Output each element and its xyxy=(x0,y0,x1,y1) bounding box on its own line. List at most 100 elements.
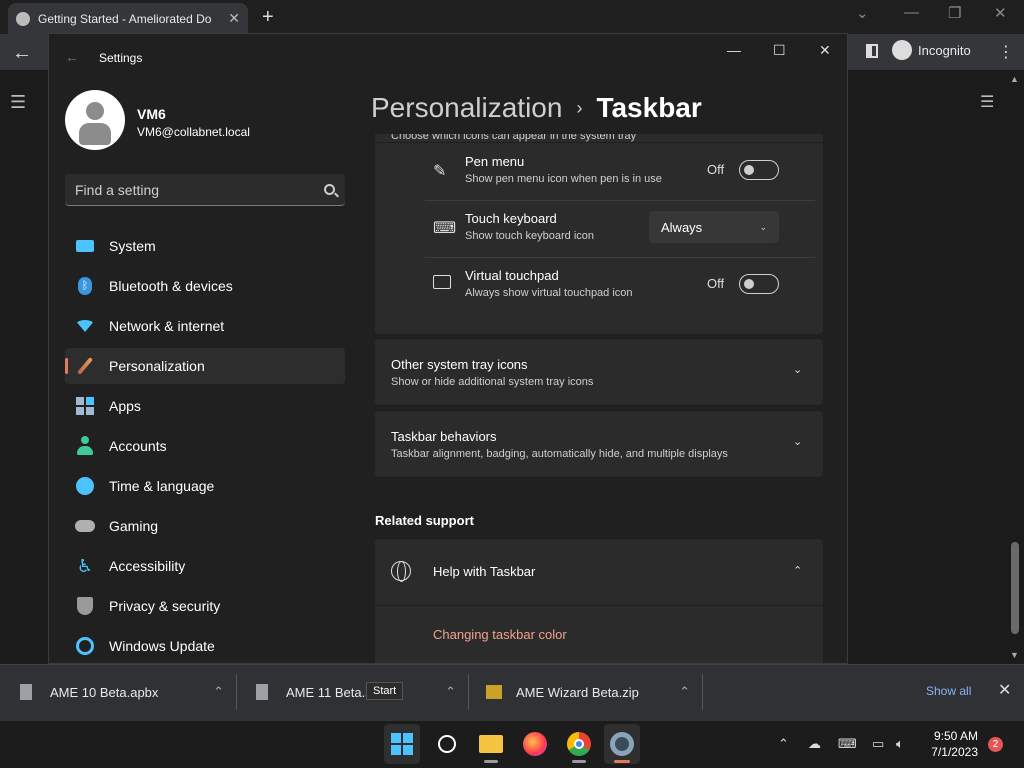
row-title: Pen menu xyxy=(465,154,525,169)
breadcrumb-separator: › xyxy=(576,97,583,118)
site-favicon-icon xyxy=(16,11,30,26)
chevron-up-icon[interactable]: ⌃ xyxy=(679,684,690,700)
page-scrollbar[interactable]: ▲ ▼ xyxy=(1008,72,1022,664)
scroll-down-icon[interactable]: ▼ xyxy=(1010,650,1019,660)
chrome-button[interactable] xyxy=(561,724,597,764)
show-hidden-icons-chevron-icon[interactable]: ⌃ xyxy=(778,736,789,752)
pen-menu-row[interactable]: ✎ Pen menu Show pen menu icon when pen i… xyxy=(375,144,823,199)
scroll-up-icon[interactable]: ▲ xyxy=(1010,74,1019,84)
incognito-indicator[interactable]: Incognito xyxy=(892,40,971,60)
clock[interactable]: 9:50 AM 7/1/2023 xyxy=(922,728,978,760)
other-tray-icons-expander[interactable]: Other system tray icons Show or hide add… xyxy=(375,339,823,405)
start-button[interactable] xyxy=(384,724,420,764)
virtual-touchpad-toggle[interactable] xyxy=(739,274,779,294)
chevron-up-icon[interactable]: ⌃ xyxy=(445,684,456,700)
apps-icon xyxy=(75,396,95,416)
network-icon[interactable]: ▭ xyxy=(872,736,884,752)
settings-taskbar-button[interactable] xyxy=(604,724,640,764)
tab-close-icon[interactable]: ✕ xyxy=(228,10,240,27)
download-item[interactable]: AME 10 Beta.apbx ⌃ xyxy=(20,664,236,720)
onedrive-icon[interactable]: ☁ xyxy=(808,736,821,752)
touch-keyboard-select[interactable]: Always ⌄ xyxy=(649,211,779,243)
bluetooth-icon: ᛒ xyxy=(75,276,95,296)
sidebar-item-label: Accounts xyxy=(109,438,167,454)
show-all-button[interactable]: Show all xyxy=(926,684,971,698)
system-icon xyxy=(75,236,95,256)
sidebar-item-accessibility[interactable]: ♿ Accessibility xyxy=(65,548,345,584)
zip-icon xyxy=(486,685,502,699)
sidebar-item-label: Privacy & security xyxy=(109,598,221,614)
start-tooltip: Start xyxy=(366,682,404,700)
downloads-close-icon[interactable]: ✕ xyxy=(998,680,1011,700)
search-box[interactable] xyxy=(65,174,345,206)
sidebar-item-time-language[interactable]: Time & language xyxy=(65,468,345,504)
page-menu-icon[interactable]: ☰ xyxy=(10,92,26,113)
sidebar-item-system[interactable]: System xyxy=(65,228,345,264)
chevron-down-icon[interactable]: ⌄ xyxy=(793,435,802,448)
row-subtitle: Show touch keyboard icon xyxy=(465,230,595,242)
pen-menu-toggle[interactable] xyxy=(739,160,779,180)
settings-back-icon[interactable]: ← xyxy=(65,49,79,65)
settings-content[interactable]: Choose which icons can appear in the sys… xyxy=(375,134,823,663)
toggle-state: Off xyxy=(707,276,725,291)
incognito-icon xyxy=(892,40,912,60)
browser-minimize-icon[interactable]: — xyxy=(904,4,919,21)
avatar[interactable] xyxy=(65,90,125,150)
settings-close-icon[interactable]: ✕ xyxy=(819,42,831,59)
browser-restore-icon[interactable]: ❐ xyxy=(948,4,961,22)
sidebar-item-network[interactable]: Network & internet xyxy=(65,308,345,344)
touch-keyboard-tray-icon[interactable]: ⌨ xyxy=(838,736,857,752)
taskbar-behaviors-expander[interactable]: Taskbar behaviors Taskbar alignment, bad… xyxy=(375,411,823,477)
profile-email: VM6@collabnet.local xyxy=(137,125,250,139)
sidebar-item-accounts[interactable]: Accounts xyxy=(65,428,345,464)
virtual-touchpad-row[interactable]: Virtual touchpad Always show virtual tou… xyxy=(375,258,823,313)
notification-badge[interactable]: 2 xyxy=(988,737,1003,752)
settings-maximize-icon[interactable]: ☐ xyxy=(773,42,786,59)
help-with-taskbar-card[interactable]: Help with Taskbar ⌃ Changing taskbar col… xyxy=(375,539,823,663)
download-name: AME 10 Beta.apbx xyxy=(50,684,159,700)
firefox-icon xyxy=(523,732,547,756)
chevron-up-icon[interactable]: ⌃ xyxy=(213,684,224,700)
breadcrumb-parent[interactable]: Personalization xyxy=(371,92,562,124)
chevron-up-icon[interactable]: ⌃ xyxy=(793,564,802,577)
sidebar-item-privacy[interactable]: Privacy & security xyxy=(65,588,345,624)
sidebar-item-bluetooth[interactable]: ᛒ Bluetooth & devices xyxy=(65,268,345,304)
expander-title: Taskbar behaviors xyxy=(391,429,497,444)
search-input[interactable] xyxy=(75,181,324,198)
settings-window: ← Settings — ☐ ✕ VM6 VM6@collabnet.local… xyxy=(48,33,848,664)
file-explorer-button[interactable] xyxy=(473,724,509,764)
firefox-button[interactable] xyxy=(517,724,553,764)
search-taskbar-button[interactable] xyxy=(429,724,465,764)
tab-search-icon[interactable]: ⌄ xyxy=(856,4,869,22)
search-icon xyxy=(438,735,456,753)
sidebar-item-windows-update[interactable]: Windows Update xyxy=(65,628,345,663)
sidebar-item-apps[interactable]: Apps xyxy=(65,388,345,424)
side-panel-icon[interactable] xyxy=(866,44,878,58)
new-tab-button[interactable]: + xyxy=(262,6,274,29)
clock-date: 7/1/2023 xyxy=(931,745,978,759)
download-item[interactable]: AME 11 Beta.a ⌃ xyxy=(256,664,468,720)
sidebar-item-label: Windows Update xyxy=(109,638,215,654)
search-icon[interactable] xyxy=(324,184,335,195)
browser-menu-icon[interactable]: ⋮ xyxy=(998,42,1014,62)
select-value: Always xyxy=(661,219,703,235)
touch-keyboard-row[interactable]: ⌨ Touch keyboard Show touch keyboard ico… xyxy=(375,201,823,256)
expander-subtitle: Taskbar alignment, badging, automaticall… xyxy=(391,448,728,460)
sidebar-item-gaming[interactable]: Gaming xyxy=(65,508,345,544)
chevron-down-icon[interactable]: ⌄ xyxy=(793,363,802,376)
page-toc-icon[interactable]: ☰ xyxy=(980,92,994,112)
sidebar-item-personalization[interactable]: Personalization xyxy=(65,348,345,384)
browser-tab[interactable]: Getting Started - Ameliorated Do ✕ xyxy=(8,3,248,34)
sidebar-item-label: Accessibility xyxy=(109,558,186,574)
sidebar-item-label: Apps xyxy=(109,398,141,414)
scrollbar-thumb[interactable] xyxy=(1011,542,1019,634)
download-item[interactable]: AME Wizard Beta.zip ⌃ xyxy=(486,664,702,720)
browser-back-icon[interactable]: ← xyxy=(12,42,32,65)
sidebar-item-label: System xyxy=(109,238,156,254)
changing-taskbar-color-link[interactable]: Changing taskbar color xyxy=(433,627,567,642)
browser-close-icon[interactable]: ✕ xyxy=(994,4,1007,22)
sidebar-item-label: Time & language xyxy=(109,478,215,494)
gear-icon xyxy=(610,732,634,756)
settings-minimize-icon[interactable]: — xyxy=(727,42,741,58)
volume-icon[interactable]: 🔈︎ xyxy=(896,736,904,752)
